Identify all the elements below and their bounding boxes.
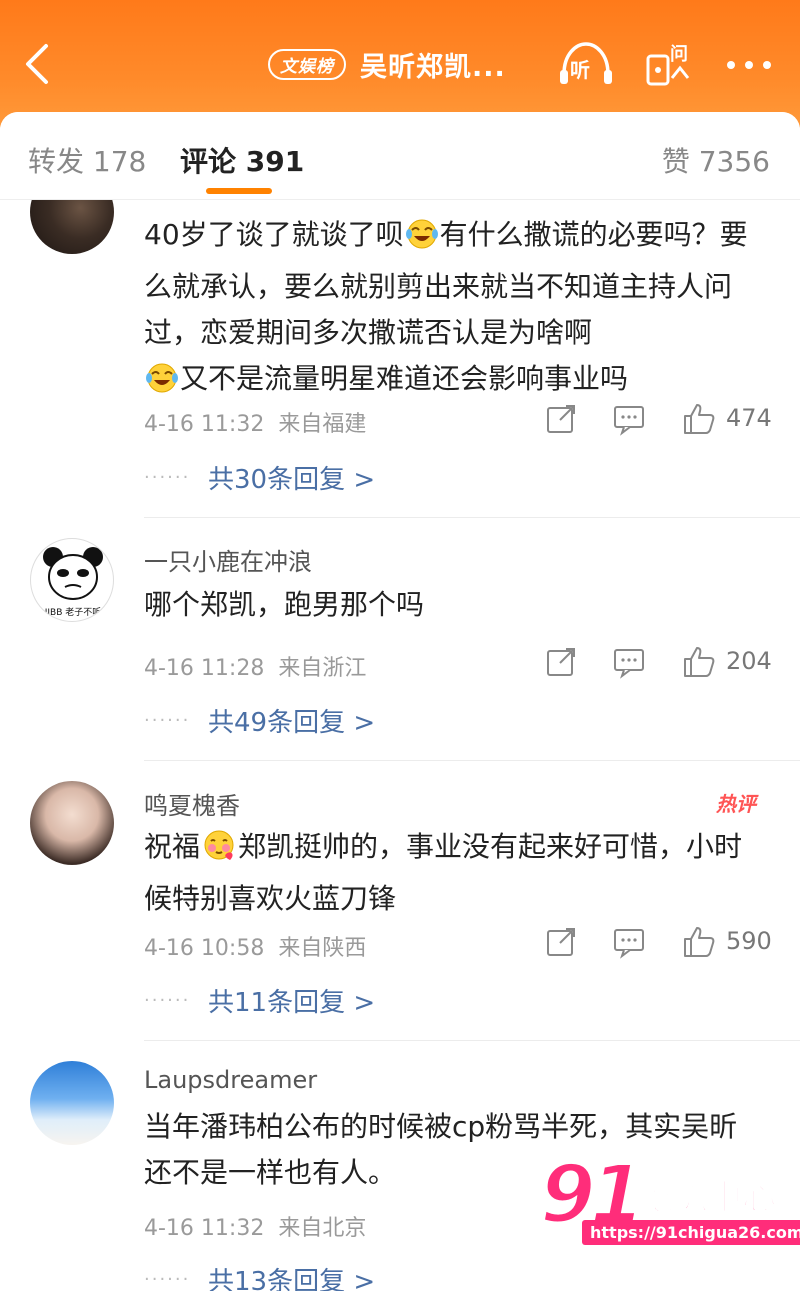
hot-comment-badge: 热评 [716, 792, 756, 816]
comment-content: 祝福 郑凯挺帅的，事业没有起来好可惜，小时候特别喜欢火蓝刀锋 [144, 828, 743, 915]
share-icon[interactable] [544, 645, 578, 679]
comment-icon[interactable] [612, 402, 646, 436]
comment-time: 4-16 10:58 [144, 936, 265, 961]
replies-link[interactable]: ······ 共13条回复 > [144, 1262, 375, 1291]
share-icon[interactable] [544, 925, 578, 959]
comment-username[interactable]: Laupsdreamer [144, 1066, 317, 1094]
comment-username[interactable]: 鸣夏槐香 [144, 786, 240, 821]
comment-content: 40岁了谈了就谈了呗 有什么撒谎的必要吗？要么就承认，要么就别剪出来就当不知道主持… [144, 212, 764, 408]
comment-actions: 590 [544, 925, 776, 959]
replies-link[interactable]: ······ 共11条回复 > [144, 982, 375, 1019]
cry-laugh-emoji [404, 218, 440, 264]
blush-emoji [200, 828, 238, 876]
chevron-left-icon [26, 44, 48, 84]
replies-label[interactable]: 共11条回复 > [208, 982, 375, 1019]
comment-username[interactable]: 一只小鹿在冲浪 [144, 542, 312, 577]
replies-label[interactable]: 共30条回复 > [208, 459, 375, 496]
entertainment-ranking-tag[interactable]: 文娱榜 [268, 48, 346, 80]
like-count: 204 [726, 647, 772, 675]
listen-label: 听 [570, 58, 590, 82]
title-area[interactable]: 文娱榜 吴昕郑凯... [268, 46, 506, 83]
active-tab-indicator [206, 188, 272, 194]
comment-content: 哪个郑凯，跑男那个吗 [144, 588, 425, 621]
comment-time: 4-16 11:32 [144, 412, 265, 437]
comment-meta: 4-16 11:32 来自福建 [144, 406, 366, 438]
replies-link[interactable]: ······ 共49条回复 > [144, 702, 375, 739]
comment-meta: 4-16 10:58 来自陕西 [144, 930, 366, 962]
avatar[interactable] [30, 1061, 114, 1145]
like-count: 590 [726, 927, 772, 955]
avatar[interactable]: JIBB 老子不听 [30, 538, 114, 622]
tab-reposts[interactable]: 转发 178 [28, 140, 146, 180]
comment-time: 4-16 11:32 [144, 1216, 265, 1241]
page-title: 吴昕郑凯... [360, 51, 506, 83]
comment-location: 来自福建 [278, 412, 367, 437]
comment-divider [144, 1040, 800, 1041]
more-dots-icon [727, 61, 771, 69]
comment-meta: 4-16 11:32 来自北京 [144, 1210, 366, 1242]
listen-button[interactable]: 听 [556, 40, 616, 88]
comment-meta: 4-16 11:28 来自浙江 [144, 650, 366, 682]
avatar[interactable] [30, 781, 114, 865]
more-button[interactable] [724, 50, 774, 80]
share-icon[interactable] [544, 402, 578, 436]
like-count: 474 [726, 404, 772, 432]
back-button[interactable] [22, 42, 52, 86]
comment-actions: 474 [544, 402, 776, 436]
thumbs-up-icon[interactable] [682, 645, 716, 679]
comment-icon[interactable] [612, 645, 646, 679]
ask-button[interactable]: 问 [644, 38, 696, 88]
cry-laugh-emoji [144, 362, 180, 408]
comment-actions: 204 [544, 645, 776, 679]
comment-location: 来自陕西 [278, 936, 367, 961]
top-bar: 文娱榜 吴昕郑凯... 听 问 [0, 0, 800, 130]
ask-label: 问 [670, 44, 688, 65]
replies-label[interactable]: 共49条回复 > [208, 702, 375, 739]
replies-label[interactable]: 共13条回复 > [208, 1261, 375, 1291]
comment-divider [144, 760, 800, 761]
comment-icon[interactable] [612, 925, 646, 959]
watermark-name: 吃瓜中心 [639, 1177, 777, 1219]
replies-link[interactable]: ······ 共30条回复 > [144, 459, 375, 496]
comment-time: 4-16 11:28 [144, 656, 265, 681]
thumbs-up-icon[interactable] [682, 925, 716, 959]
tab-comments[interactable]: 评论 391 [180, 140, 304, 180]
comment-location: 来自浙江 [278, 656, 367, 681]
watermark-url: https://91chigua26.com [582, 1220, 800, 1245]
tab-bar-overlay: 转发 178 评论 391 赞 7356 [0, 112, 800, 200]
watermark: 91 吃瓜中心 https://91chigua26.com [538, 1147, 800, 1258]
comment-location: 来自北京 [278, 1216, 367, 1241]
comment-divider [144, 517, 800, 518]
tab-likes[interactable]: 赞 7356 [662, 140, 770, 180]
panda-meme-avatar-icon: JIBB 老子不听 [43, 547, 103, 618]
thumbs-up-icon[interactable] [682, 402, 716, 436]
svg-text:JIBB 老子不听: JIBB 老子不听 [44, 606, 102, 618]
